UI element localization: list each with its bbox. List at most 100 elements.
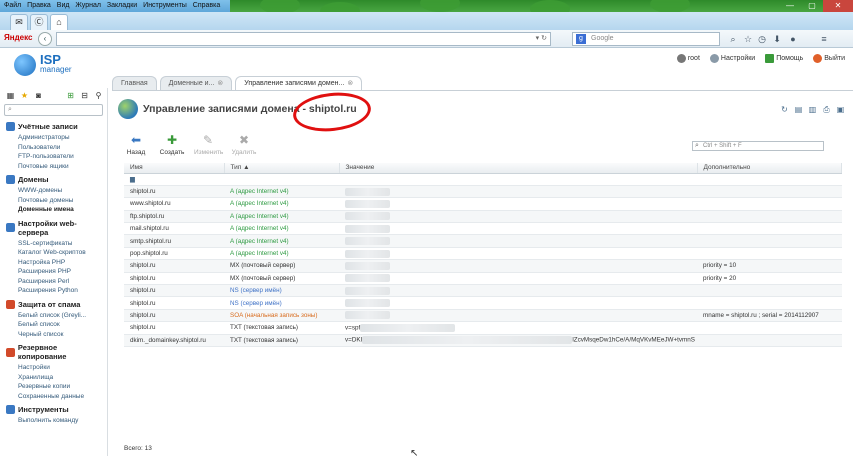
close-icon[interactable]: ✕ — [823, 0, 853, 12]
table-row[interactable]: shiptol.ru A (адрес Internet v4) — [124, 185, 842, 199]
sidebar-group[interactable]: Защита от спама — [0, 299, 107, 309]
sidebar-item[interactable]: Хранилища — [0, 373, 107, 383]
export-icon[interactable]: ▥ — [808, 105, 817, 114]
menu-tools[interactable]: Инструменты — [143, 0, 187, 12]
settings-link[interactable]: Настройки — [709, 54, 755, 63]
sidebar-group[interactable]: Учётные записи — [0, 122, 107, 131]
sidebar-item[interactable]: Расширения Python — [0, 286, 107, 296]
menu-icon[interactable]: ≡ — [818, 33, 830, 45]
table-row[interactable]: shiptol.ru NS (сервер имён) — [124, 284, 842, 298]
table-row[interactable]: smtp.shiptol.ru A (адрес Internet v4) — [124, 234, 842, 248]
logout-link[interactable]: Выйти — [813, 54, 845, 63]
search-icon[interactable]: ⌕ — [727, 33, 739, 45]
filter-input[interactable]: ⌕ Ctrl + Shift + F — [692, 141, 824, 151]
edit-button[interactable]: ✎ Изменить — [194, 133, 223, 156]
logo-main-text: ISP — [40, 52, 61, 67]
table-row[interactable]: pop.shiptol.ru A (адрес Internet v4) — [124, 247, 842, 261]
back-button[interactable]: ⬅ Назад — [122, 133, 150, 156]
sidebar-item[interactable]: Белый список (Greyli... — [0, 311, 107, 321]
sidebar-item[interactable]: Каталог Web-скриптов — [0, 248, 107, 258]
tab-main[interactable]: Главная — [112, 76, 157, 90]
sidebar-item[interactable]: Почтовые домены — [0, 196, 107, 206]
column-value[interactable]: Значение — [339, 163, 698, 174]
table-row[interactable]: shiptol.ru NS (сервер имён) — [124, 296, 842, 310]
table-row[interactable]: shiptol.ru TXT (текстовая запись) v=spf — [124, 321, 842, 335]
sidebar-item[interactable]: Белый список — [0, 320, 107, 330]
sidebar-item[interactable]: Расширения Perl — [0, 277, 107, 287]
table-row[interactable]: www.shiptol.ru A (адрес Internet v4) — [124, 197, 842, 211]
back-arrow-icon: ⬅ — [130, 133, 142, 147]
sidebar-group[interactable]: Домены — [0, 175, 107, 184]
tab-domain-names[interactable]: Доменные и... ⊗ — [159, 76, 233, 90]
browser-tab-icon[interactable]: ✉ — [10, 14, 28, 30]
sidebar-item[interactable]: Расширения PHP — [0, 267, 107, 277]
menu-view[interactable]: Вид — [57, 0, 70, 12]
collapse-icon[interactable]: ⊟ — [80, 91, 89, 100]
refresh-icon[interactable]: ↻ — [780, 105, 789, 114]
camera-icon[interactable]: ◙ — [34, 91, 43, 100]
sidebar-search-input[interactable]: ⌕ — [4, 104, 103, 116]
addon-icon[interactable]: ● — [787, 33, 799, 45]
sidebar-item[interactable]: Резервные копии — [0, 382, 107, 392]
table-row[interactable]: shiptol.ru MX (почтовый сервер) priority =… — [124, 272, 842, 286]
delete-button[interactable]: ✖ Удалить — [230, 133, 258, 156]
help-link[interactable]: Помощь — [765, 54, 803, 63]
menu-help[interactable]: Справка — [193, 0, 220, 12]
sidebar-item[interactable]: Выполнить команду — [0, 416, 107, 426]
yandex-logo[interactable]: Яндекс — [4, 33, 32, 42]
pin-icon[interactable]: ⚲ — [94, 91, 103, 100]
close-tab-icon[interactable]: ⊗ — [347, 80, 353, 87]
sidebar-item[interactable]: WWW-домены — [0, 186, 107, 196]
column-extra[interactable]: Дополнительно — [697, 163, 842, 174]
close-tab-icon[interactable]: ⊗ — [217, 80, 223, 87]
column-type[interactable]: Тип ▲ — [224, 163, 340, 174]
print-icon[interactable]: ⎙ — [822, 105, 831, 114]
sidebar-item[interactable]: Пользователи — [0, 143, 107, 153]
bookmark-star-icon[interactable]: ☆ — [742, 33, 754, 45]
sidebar-item[interactable]: Администраторы — [0, 133, 107, 143]
grid-icon[interactable]: ▦ — [6, 91, 15, 100]
menu-file[interactable]: Файл — [4, 0, 21, 12]
isp-logo[interactable]: ISP manager — [14, 52, 72, 76]
table-row[interactable]: dkim._domainkey.shiptol.ru TXT (текстовая… — [124, 334, 842, 347]
sidebar-item[interactable]: SSL-сертификаты — [0, 239, 107, 249]
expand-icon[interactable]: ⊞ — [66, 91, 75, 100]
create-button[interactable]: ✚ Создать — [158, 133, 186, 156]
sidebar-item[interactable]: Черный список — [0, 330, 107, 340]
table-settings-icon[interactable]: ▤ — [794, 105, 803, 114]
sidebar-item[interactable]: Настройка PHP — [0, 258, 107, 268]
menu-edit[interactable]: Правка — [27, 0, 51, 12]
table-row[interactable]: shiptol.ru MX (почтовый сервер) priority =… — [124, 259, 842, 273]
table-row[interactable]: ftp.shiptol.ru A (адрес Internet v4) — [124, 210, 842, 224]
sidebar-group[interactable]: Резервное копирование — [0, 343, 107, 361]
minimize-icon[interactable]: — — [779, 0, 801, 12]
user-link[interactable]: root — [676, 54, 700, 63]
web-search-input[interactable]: g Google — [572, 32, 720, 46]
maximize-icon[interactable]: ▢ — [801, 0, 823, 12]
sidebar-group[interactable]: Настройки web-сервера — [0, 219, 107, 237]
table-row[interactable]: shiptol.ru SOA (начальная запись зоны) mna… — [124, 309, 842, 323]
sidebar-item[interactable]: FTP-пользователи — [0, 152, 107, 162]
info-icon[interactable]: ▣ — [836, 105, 845, 114]
column-name[interactable]: Имя — [124, 163, 225, 174]
history-icon[interactable]: ◷ — [756, 33, 768, 45]
sidebar-item[interactable]: Доменные имена — [0, 205, 107, 215]
back-arrow-icon[interactable]: ‹ — [38, 32, 52, 46]
menu-history[interactable]: Журнал — [75, 0, 101, 12]
url-controls-icon[interactable]: ▾ ↻ — [536, 33, 547, 45]
tab-domain-records[interactable]: Управление записями домен... ⊗ — [235, 76, 363, 90]
table-row[interactable]: mail.shiptol.ru A (адрес Internet v4) — [124, 222, 842, 236]
star-icon[interactable]: ★ — [20, 91, 29, 100]
menu-bookmarks[interactable]: Закладки — [107, 0, 137, 12]
record-name: shiptol.ru — [124, 272, 224, 286]
browser-tab-icon[interactable]: Ⓒ — [30, 14, 48, 30]
window-controls: — ▢ ✕ — [779, 0, 853, 12]
sidebar-item[interactable]: Сохраненные данные — [0, 392, 107, 402]
download-icon[interactable]: ⬇ — [771, 33, 783, 45]
sidebar-group[interactable]: Инструменты — [0, 405, 107, 414]
browser-tab-home-icon[interactable]: ⌂ — [50, 14, 68, 30]
url-bar[interactable]: ▾ ↻ — [56, 32, 551, 46]
sidebar-item[interactable]: Настройки — [0, 363, 107, 373]
parent-dir-row[interactable]: ▆ — [124, 173, 842, 186]
sidebar-item[interactable]: Почтовые ящики — [0, 162, 107, 172]
